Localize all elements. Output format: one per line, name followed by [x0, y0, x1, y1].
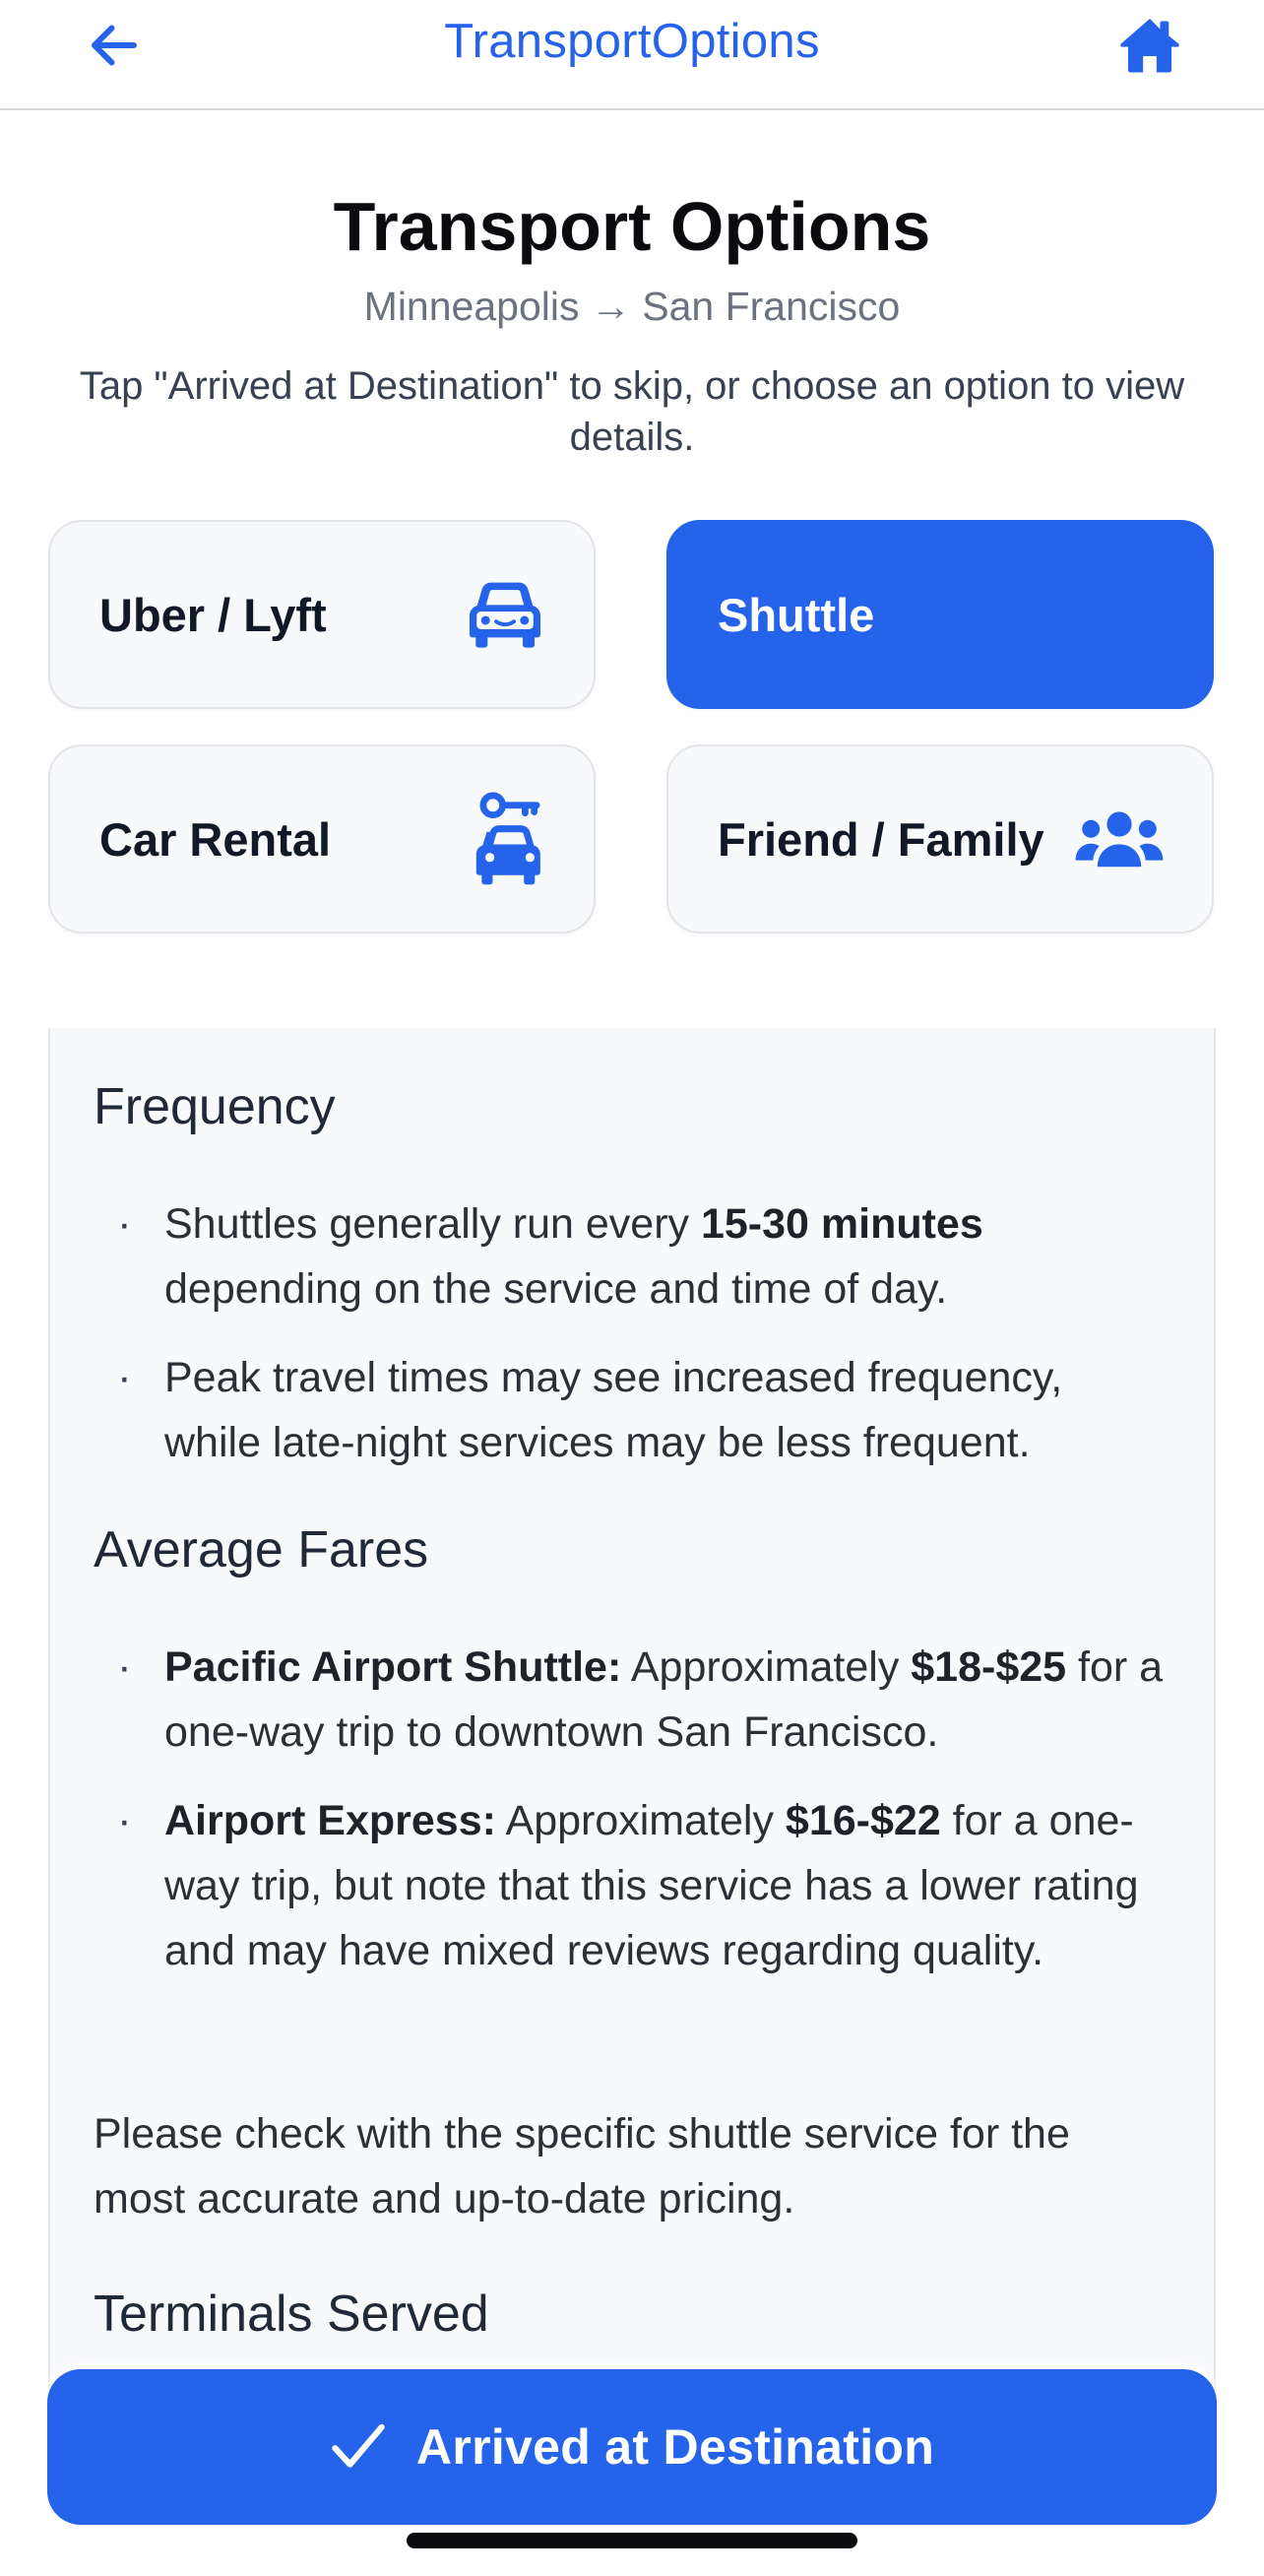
- option-car-rental[interactable]: Car Rental: [48, 744, 596, 934]
- option-label: Car Rental: [99, 812, 332, 866]
- pricing-note: Please check with the specific shuttle s…: [94, 2110, 1070, 2222]
- list-item: Shuttles generally run every 15-30 minut…: [94, 1191, 1170, 1321]
- list-item: Pacific Airport Shuttle: Approximately $…: [94, 1635, 1170, 1765]
- terminals-heading: Terminals Served: [94, 2286, 489, 2343]
- option-label: Friend / Family: [718, 812, 1044, 866]
- fares-heading: Average Fares: [94, 1521, 429, 1578]
- home-indicator[interactable]: [407, 2533, 857, 2548]
- navigation-bar: TransportOptions: [0, 0, 1264, 110]
- nav-title: TransportOptions: [444, 15, 820, 68]
- car-front-icon: [464, 579, 546, 650]
- frequency-list: Shuttles generally run every 15-30 minut…: [94, 1191, 1170, 1499]
- shuttle-details-panel[interactable]: Frequency Shuttles generally run every 1…: [48, 1028, 1216, 2407]
- arrived-button-label: Arrived at Destination: [415, 2419, 935, 2475]
- option-label: Shuttle: [718, 588, 875, 641]
- transport-options-screen: TransportOptions Transport Options Minne…: [0, 0, 1264, 2576]
- arrived-at-destination-button[interactable]: Arrived at Destination: [47, 2369, 1217, 2525]
- option-uber-lyft[interactable]: Uber / Lyft: [48, 520, 596, 709]
- option-friend-family[interactable]: Friend / Family: [666, 744, 1214, 934]
- checkmark-icon: [332, 2423, 385, 2468]
- instructions-text: Tap "Arrived at Destination" to skip, or…: [79, 364, 1185, 459]
- fares-list: Pacific Airport Shuttle: Approximately $…: [94, 1635, 1170, 2007]
- option-label: Uber / Lyft: [99, 588, 327, 641]
- users-icon: [1074, 809, 1165, 869]
- route-subtitle: Minneapolis → San Francisco: [363, 284, 901, 329]
- home-button[interactable]: [1112, 10, 1187, 81]
- page-title: Transport Options: [333, 188, 931, 265]
- frequency-heading: Frequency: [94, 1078, 336, 1135]
- car-key-icon: [474, 792, 546, 886]
- list-item: Airport Express: Approximately $16-$22 f…: [94, 1788, 1170, 1983]
- home-icon: [1120, 19, 1179, 73]
- option-shuttle[interactable]: Shuttle: [666, 520, 1214, 709]
- list-item: Peak travel times may see increased freq…: [94, 1345, 1170, 1475]
